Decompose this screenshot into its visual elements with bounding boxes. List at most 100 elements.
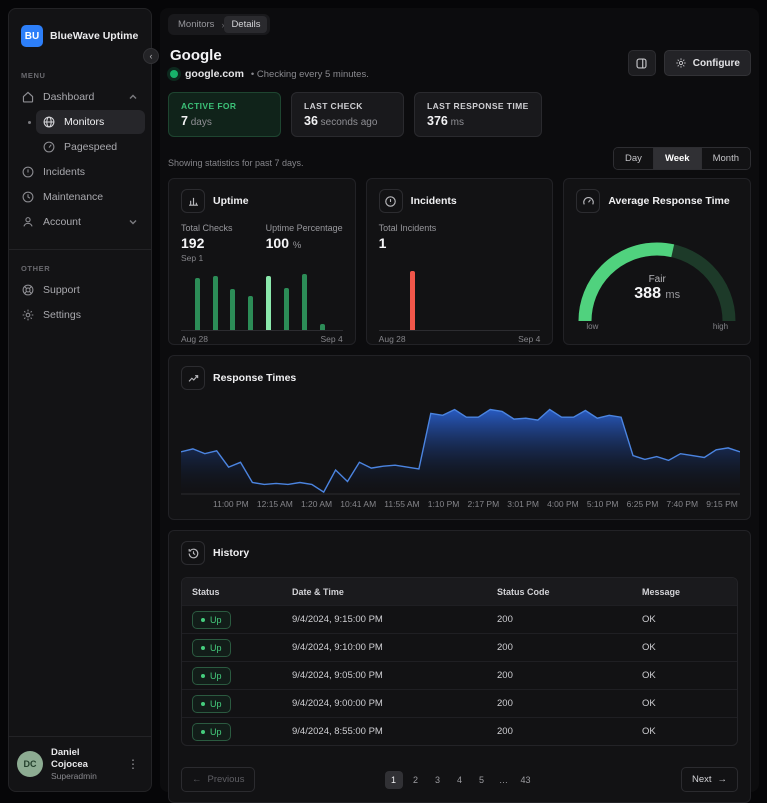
- range-toggle: Day Week Month: [613, 147, 751, 170]
- range-option-month[interactable]: Month: [700, 148, 750, 169]
- stat-label: ACTIVE FOR: [181, 101, 237, 111]
- sidebar-item-label: Monitors: [64, 116, 105, 128]
- stat-card-last-response-time: LAST RESPONSE TIME 376 ms: [414, 92, 542, 137]
- bar-sep-3[interactable]: [302, 274, 308, 330]
- uptime-bar-chart[interactable]: [181, 265, 343, 331]
- breadcrumb-details[interactable]: Details: [224, 16, 268, 33]
- bar-aug-31[interactable]: [248, 296, 254, 330]
- table-row: Up 9/4/2024, 9:10:00 PM 200 OK: [182, 633, 737, 661]
- x-tick-label: 2:17 PM: [467, 499, 500, 509]
- chevron-down-icon: [127, 216, 139, 228]
- sidebar-item-label: Pagespeed: [64, 141, 118, 153]
- response-gauge: Fair 388 ms low high: [576, 219, 738, 337]
- sidebar-item-incidents[interactable]: Incidents: [15, 160, 145, 184]
- bar-aug-29[interactable]: [212, 276, 218, 330]
- row-message: OK: [642, 614, 656, 625]
- page-numbers: 1 2 3 4 5 … 43: [384, 770, 535, 789]
- breadcrumb: Monitors › Details: [168, 14, 271, 35]
- x-tick-label: 9:15 PM: [706, 499, 738, 509]
- user-icon: [21, 215, 35, 229]
- sidebar-item-label: Account: [43, 216, 81, 228]
- active-bullet-icon: [28, 120, 31, 124]
- sidebar-collapse-button[interactable]: ‹: [143, 48, 159, 64]
- page-number-5[interactable]: 5: [473, 771, 491, 789]
- sidebar-item-settings[interactable]: Settings: [15, 303, 145, 327]
- table-row: Up 9/4/2024, 9:00:00 PM 200 OK: [182, 689, 737, 717]
- next-page-button[interactable]: Next →: [680, 767, 738, 792]
- arrow-right-icon: →: [717, 774, 728, 785]
- sidebar-item-pagespeed[interactable]: Pagespeed: [36, 135, 145, 159]
- response-times-chart[interactable]: [181, 398, 740, 495]
- user-name: Daniel Cojocea: [51, 747, 88, 771]
- gauge-value: 388 ms: [634, 285, 681, 302]
- uptime-axis-start: Aug 28: [181, 334, 208, 344]
- main-content: Monitors › Details Google google.com • C…: [160, 8, 759, 803]
- stat-card-last-check: LAST CHECK 36 seconds ago: [291, 92, 404, 137]
- configure-button[interactable]: Configure: [663, 50, 751, 76]
- total-checks-label: Total Checks: [181, 223, 233, 233]
- sidebar-item-maintenance[interactable]: Maintenance: [15, 185, 145, 209]
- x-tick-label: 10:41 AM: [340, 499, 377, 509]
- x-tick-label: 11:00 PM: [213, 499, 249, 509]
- bar-aug-29[interactable]: [410, 270, 416, 330]
- avg-response-card-title: Average Response Time: [608, 195, 730, 207]
- clock-icon: [21, 190, 35, 204]
- row-status-code: 200: [497, 614, 513, 625]
- row-status-code: 200: [497, 670, 513, 681]
- sidebar-item-label: Incidents: [43, 166, 86, 178]
- bar-sep-4[interactable]: [319, 323, 325, 330]
- total-checks-value: 192: [181, 235, 205, 251]
- user-menu-kebab-icon[interactable]: ⋮: [123, 755, 143, 773]
- sidebar-item-label: Dashboard: [43, 91, 95, 103]
- speedometer-icon: [42, 140, 56, 154]
- x-tick-label: 6:25 PM: [626, 499, 659, 509]
- page-number-43[interactable]: 43: [517, 771, 535, 789]
- sidebar-item-dashboard[interactable]: Dashboard: [15, 85, 145, 109]
- bar-sep-1[interactable]: [266, 276, 272, 330]
- bar-sep-2[interactable]: [284, 287, 290, 330]
- page-number-1[interactable]: 1: [384, 770, 403, 789]
- stat-card-active-for: ACTIVE FOR 7 days: [168, 92, 281, 137]
- status-badge: Up: [192, 694, 231, 713]
- status-badge: Up: [192, 638, 231, 657]
- page-number-2[interactable]: 2: [407, 771, 425, 789]
- table-row: Up 9/4/2024, 8:55:00 PM 200 OK: [182, 717, 737, 745]
- caption-row: Showing statistics for past 7 days. Day W…: [168, 147, 751, 170]
- row-datetime: 9/4/2024, 9:00:00 PM: [292, 698, 383, 709]
- app-logo: BU BlueWave Uptime: [9, 9, 151, 57]
- uptime-axis-end: Sep 4: [320, 334, 343, 344]
- range-option-week[interactable]: Week: [652, 148, 701, 169]
- sidebar-item-label: Support: [43, 284, 80, 296]
- row-status-code: 200: [497, 726, 513, 737]
- bar-aug-28[interactable]: [194, 278, 200, 330]
- sidebar-section-menu: MENU: [21, 71, 46, 80]
- page-ellipsis: …: [499, 774, 508, 785]
- stat-label: LAST RESPONSE TIME: [427, 101, 529, 111]
- uptime-card-title: Uptime: [213, 195, 249, 207]
- avatar: DC: [17, 751, 43, 778]
- previous-page-button[interactable]: ← Previous: [181, 767, 256, 792]
- sidebar-item-monitors[interactable]: Monitors: [28, 110, 145, 134]
- globe-icon: [42, 115, 56, 129]
- row-status-code: 200: [497, 698, 513, 709]
- stat-value: 376 ms: [427, 114, 464, 128]
- page-number-3[interactable]: 3: [429, 771, 447, 789]
- range-option-day[interactable]: Day: [614, 148, 653, 169]
- sidebar-item-account[interactable]: Account: [15, 210, 145, 234]
- chevron-up-icon: [127, 91, 139, 103]
- sidebar-item-support[interactable]: Support: [15, 278, 145, 302]
- bar-aug-30[interactable]: [230, 289, 236, 330]
- incidents-axis-start: Aug 28: [378, 334, 406, 344]
- table-row: Up 9/4/2024, 9:05:00 PM 200 OK: [182, 661, 737, 689]
- total-incidents-label: Total Incidents: [378, 223, 437, 233]
- stat-label: LAST CHECK: [304, 101, 363, 111]
- support-icon: [21, 283, 35, 297]
- pause-monitor-button[interactable]: [627, 50, 656, 76]
- row-message: OK: [642, 642, 656, 653]
- page-number-4[interactable]: 4: [451, 771, 469, 789]
- incidents-bar-chart[interactable]: [378, 265, 541, 331]
- sidebar-item-label: Settings: [43, 309, 81, 321]
- breadcrumb-monitors[interactable]: Monitors: [171, 16, 221, 33]
- header-actions: Configure: [627, 50, 751, 76]
- stats-row: ACTIVE FOR 7 days LAST CHECK 36 seconds ago…: [168, 92, 751, 137]
